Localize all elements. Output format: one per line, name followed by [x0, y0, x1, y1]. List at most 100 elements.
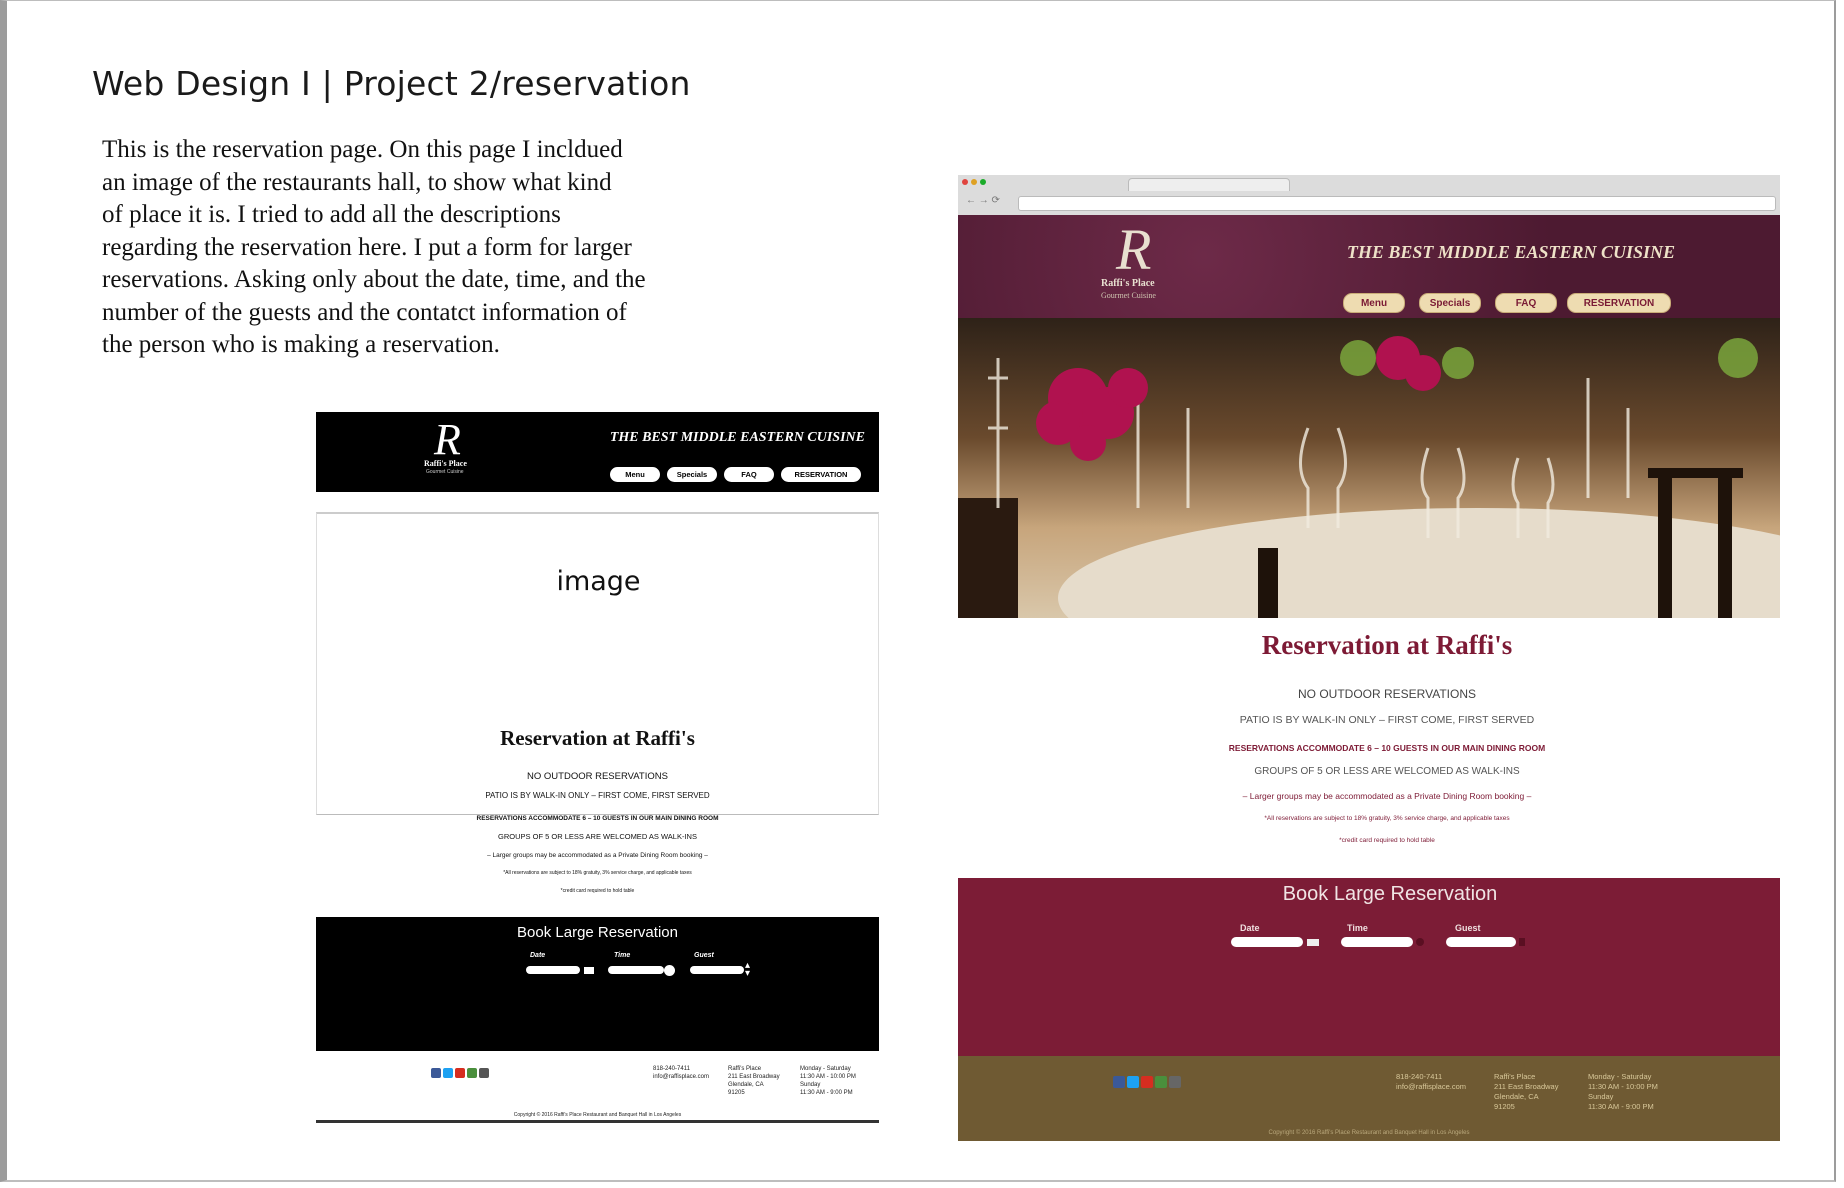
zoom-dot-icon[interactable]	[980, 179, 986, 185]
reservation-title: Reservation at Raffi's	[500, 726, 695, 750]
logo-subtitle: Gourmet Cuisine	[426, 469, 464, 475]
document-title: Web Design I | Project 2/reservation	[92, 64, 691, 103]
footer-hours: Monday - Saturday 11:30 AM - 10:00 PM Su…	[1588, 1072, 1658, 1111]
guest-field[interactable]	[690, 966, 744, 974]
logo-letter: R	[1116, 217, 1152, 282]
clock-icon[interactable]	[664, 965, 675, 976]
stepper-icon[interactable]: ▴ ▾	[745, 961, 750, 979]
window-controls	[962, 179, 986, 185]
site-footer: 818-240-7411 info@raffisplace.com Raffi'…	[958, 1056, 1780, 1141]
info-line: RESERVATIONS ACCOMMODATE 6 – 10 GUESTS I…	[1228, 743, 1546, 753]
guest-label: Guest	[694, 952, 714, 959]
clock-icon[interactable]	[1416, 938, 1424, 946]
info-line: NO OUTDOOR RESERVATIONS	[1297, 687, 1477, 701]
guest-field[interactable]	[1446, 937, 1516, 947]
youtube-icon[interactable]	[1141, 1076, 1153, 1088]
tagline: THE BEST MIDDLE EASTERN CUISINE	[1346, 242, 1675, 262]
facebook-icon[interactable]	[431, 1068, 441, 1078]
browser-tab[interactable]	[1128, 178, 1290, 191]
nav-faq-button[interactable]: FAQ	[1495, 293, 1557, 313]
footer-address: Raffi's Place 211 East Broadway Glendale…	[1494, 1072, 1559, 1111]
tagline: THE BEST MIDDLE EASTERN CUISINE	[609, 430, 865, 445]
time-field[interactable]	[1341, 937, 1413, 947]
minimize-dot-icon[interactable]	[971, 179, 977, 185]
time-field[interactable]	[608, 966, 664, 974]
logo-name: Raffi's Place	[424, 459, 467, 468]
wireframe-header: R Raffi's Place Gourmet Cuisine THE BEST…	[316, 412, 879, 492]
image-label: image	[556, 566, 641, 597]
book-title: Book Large Reservation	[1282, 883, 1498, 905]
address-bar[interactable]	[1018, 196, 1776, 211]
description: This is the reservation page. On this pa…	[102, 134, 722, 362]
info-line: PATIO IS BY WALK-IN ONLY – FIRST COME, F…	[485, 791, 710, 800]
info-line: *All reservations are subject to 18% gra…	[1264, 815, 1510, 822]
stepper-icon[interactable]	[1519, 938, 1525, 946]
date-label: Date	[530, 952, 546, 959]
site-header: R Raffi's Place Gourmet Cuisine THE BEST…	[958, 215, 1780, 318]
browser-nav-icons[interactable]: ← → ⟳	[966, 195, 1000, 206]
footer-contact: 818-240-7411 info@raffisplace.com	[653, 1066, 710, 1080]
logo-subtitle: Gourmet Cuisine	[1101, 291, 1156, 300]
nav-menu-button[interactable]: Menu	[610, 467, 660, 482]
dining-hall-photo	[958, 318, 1780, 618]
browser-mockup: ← → ⟳ R Raffi's Place Gourmet Cuisine TH…	[958, 175, 1780, 1141]
twitter-icon[interactable]	[1127, 1076, 1139, 1088]
logo-letter: R	[434, 415, 461, 464]
info-line: – Larger groups may be accommodated as a…	[487, 852, 708, 859]
description-line: the person who is making a reservation.	[102, 331, 500, 358]
youtube-icon[interactable]	[455, 1068, 465, 1078]
time-label: Time	[1347, 923, 1368, 933]
book-title: Book Large Reservation	[517, 924, 678, 941]
description-line: reservations. Asking only about the date…	[102, 266, 646, 293]
nav-specials-button[interactable]: Specials	[667, 467, 717, 482]
description-line: This is the reservation page. On this pa…	[102, 136, 623, 163]
google-plus-icon[interactable]	[467, 1068, 477, 1078]
browser-chrome: ← → ⟳	[958, 175, 1780, 216]
description-line: regarding the reservation here. I put a …	[102, 233, 632, 261]
twitter-icon[interactable]	[443, 1068, 453, 1078]
close-dot-icon[interactable]	[962, 179, 968, 185]
copyright: Copyright © 2016 Raffi's Place Restauran…	[513, 1112, 682, 1118]
info-line: GROUPS OF 5 OR LESS ARE WELCOMED AS WALK…	[1254, 766, 1520, 777]
footer-rule	[316, 1120, 879, 1123]
calendar-icon[interactable]	[1307, 939, 1319, 946]
info-line: GROUPS OF 5 OR LESS ARE WELCOMED AS WALK…	[498, 832, 697, 841]
nav-specials-button[interactable]: Specials	[1419, 293, 1481, 313]
info-line: NO OUTDOOR RESERVATIONS	[527, 771, 668, 782]
social-icons	[1113, 1076, 1181, 1088]
info-line: PATIO IS BY WALK-IN ONLY – FIRST COME, F…	[1239, 714, 1535, 726]
guest-label: Guest	[1455, 923, 1481, 933]
info-line: *credit card required to hold table	[1339, 837, 1435, 844]
calendar-icon[interactable]	[584, 967, 594, 974]
info-line: – Larger groups may be accommodated as a…	[1242, 791, 1532, 801]
footer-hours: Monday - Saturday 11:30 AM - 10:00 PM Su…	[800, 1066, 856, 1096]
book-large-reservation-section: Book Large Reservation Date Time Guest	[958, 878, 1780, 1056]
nav-menu-button[interactable]: Menu	[1343, 293, 1405, 313]
date-field[interactable]	[1231, 937, 1303, 947]
footer-address: Raffi's Place 211 East Broadway Glendale…	[728, 1066, 780, 1096]
description-line: an image of the restaurants hall, to sho…	[102, 168, 612, 196]
copyright: Copyright © 2016 Raffi's Place Restauran…	[1268, 1130, 1470, 1136]
info-line: *credit card required to hold table	[560, 888, 635, 894]
instagram-icon[interactable]	[1169, 1076, 1181, 1088]
nav-reservation-button[interactable]: RESERVATION	[1567, 293, 1671, 313]
nav-faq-button[interactable]: FAQ	[724, 467, 774, 482]
image-placeholder: image	[316, 512, 879, 815]
time-label: Time	[614, 952, 631, 959]
description-line: of place it is. I tried to add all the d…	[102, 201, 561, 228]
instagram-icon[interactable]	[479, 1068, 489, 1078]
footer-contact: 818-240-7411 info@raffisplace.com	[1396, 1072, 1467, 1091]
nav-reservation-button[interactable]: RESERVATION	[781, 467, 861, 482]
reservation-title: Reservation at Raffi's	[1261, 630, 1513, 660]
facebook-icon[interactable]	[1113, 1076, 1125, 1088]
google-plus-icon[interactable]	[1155, 1076, 1167, 1088]
info-line: RESERVATIONS ACCOMMODATE 6 – 10 GUESTS I…	[476, 815, 719, 822]
date-field[interactable]	[526, 966, 580, 974]
dining-hall-illustration	[958, 318, 1780, 618]
description-line: number of the guests and the contatct in…	[102, 298, 627, 326]
logo-name: Raffi's Place	[1101, 278, 1155, 289]
date-label: Date	[1240, 923, 1260, 933]
book-large-reservation-section: Book Large Reservation Date Time Guest ▴…	[316, 917, 879, 1051]
info-line: *All reservations are subject to 18% gra…	[503, 870, 692, 876]
social-icons	[431, 1068, 489, 1078]
